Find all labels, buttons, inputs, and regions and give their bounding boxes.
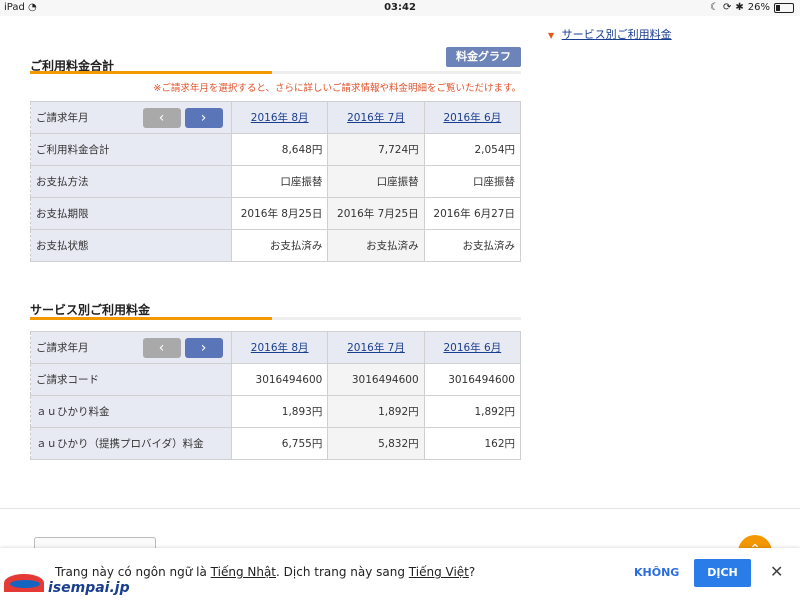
arrow-down-icon: ▼: [548, 31, 555, 40]
row-label: ご請求コード: [30, 363, 232, 396]
table-cell: 1,892円: [423, 395, 522, 428]
table-cell: 2016年 7月25日: [327, 197, 425, 230]
clock: 03:42: [384, 2, 416, 13]
decline-translate-button[interactable]: KHÔNG: [634, 566, 679, 579]
table-cell: 3016494600: [327, 363, 425, 396]
table-cell: 6,755円: [230, 427, 329, 460]
battery-icon: [774, 2, 794, 13]
month-link[interactable]: 2016年 6月: [443, 112, 501, 124]
row-label: お支払状態: [30, 229, 232, 262]
table-cell: お支払済み: [423, 229, 522, 262]
translate-text-part: ?: [468, 565, 476, 579]
status-right: ☾ ⟳ ✱ 26%: [710, 2, 794, 13]
translate-text-part: . Dịch trang này sang: [276, 565, 409, 579]
table-cell: 口座振替: [327, 165, 425, 198]
table-row: お支払方法 口座振替 口座振替 口座振替: [30, 165, 522, 198]
table-row: ご利用料金合計 8,648円 7,724円 2,054円: [30, 133, 522, 166]
row-label: ａｕひかり（提携プロバイダ）料金: [30, 427, 232, 460]
month-cell: 2016年 8月: [230, 331, 329, 364]
header-cell: ご請求年月 ‹ ›: [30, 101, 232, 134]
month-cell: 2016年 7月: [327, 331, 425, 364]
summary-table: ご請求年月 ‹ › 2016年 8月 2016年 7月 2016年 6月 ご利用…: [30, 101, 522, 262]
table-row: お支払状態 お支払済み お支払済み お支払済み: [30, 229, 522, 262]
header-cell: ご請求年月 ‹ ›: [30, 331, 232, 364]
prev-month-button[interactable]: ‹: [142, 107, 181, 128]
target-language[interactable]: Tiếng Việt: [409, 565, 469, 579]
close-icon[interactable]: ✕: [770, 562, 783, 581]
prev-month-button[interactable]: ‹: [142, 337, 181, 358]
logo-swoosh-inner: [10, 580, 40, 588]
table-cell: 7,724円: [327, 133, 425, 166]
month-link[interactable]: 2016年 6月: [443, 342, 501, 354]
row-label: お支払方法: [30, 165, 232, 198]
month-link[interactable]: 2016年 7月: [347, 112, 405, 124]
service-title: サービス別ご利用料金: [30, 303, 151, 317]
month-cell: 2016年 6月: [423, 331, 522, 364]
table-cell: お支払済み: [230, 229, 329, 262]
table-cell: 1,893円: [230, 395, 329, 428]
row-label: お支払期限: [30, 197, 232, 230]
month-cell: 2016年 6月: [423, 101, 522, 134]
table-cell: 2,054円: [423, 133, 522, 166]
table-header-row: ご請求年月 ‹ › 2016年 8月 2016年 7月 2016年 6月: [30, 331, 522, 364]
logo-text: isempai.jp: [48, 580, 130, 596]
billing-month-label: ご請求年月: [36, 342, 89, 354]
status-bar: iPad ◔ 03:42 ☾ ⟳ ✱ 26%: [0, 0, 800, 16]
table-cell: 3016494600: [423, 363, 522, 396]
bluetooth-icon: ✱: [735, 2, 744, 13]
table-cell: お支払済み: [327, 229, 425, 262]
divider: [0, 508, 800, 509]
summary-title-underline: [30, 71, 521, 74]
table-cell: 162円: [423, 427, 522, 460]
month-cell: 2016年 7月: [327, 101, 425, 134]
next-month-button[interactable]: ›: [184, 337, 223, 358]
service-title-underline: [30, 317, 521, 320]
moon-icon: ☾: [710, 2, 719, 13]
source-language: Tiếng Nhật: [210, 565, 277, 579]
table-row: お支払期限 2016年 8月25日 2016年 7月25日 2016年 6月27…: [30, 197, 522, 230]
table-row: ご請求コード 3016494600 3016494600 3016494600: [30, 363, 522, 396]
table-cell: 2016年 8月25日: [230, 197, 329, 230]
table-row: ａｕひかり（提携プロバイダ）料金 6,755円 5,832円 162円: [30, 427, 522, 460]
month-cell: 2016年 8月: [230, 101, 329, 134]
table-row: ａｕひかり料金 1,893円 1,892円 1,892円: [30, 395, 522, 428]
service-fee-link[interactable]: サービス別ご利用料金: [562, 28, 672, 41]
month-link[interactable]: 2016年 7月: [347, 342, 405, 354]
table-cell: 1,892円: [327, 395, 425, 428]
fee-graph-button[interactable]: 料金グラフ: [446, 47, 521, 67]
translate-button[interactable]: DỊCH: [694, 559, 751, 587]
table-cell: 口座振替: [423, 165, 522, 198]
month-link[interactable]: 2016年 8月: [251, 112, 309, 124]
table-cell: 2016年 6月27日: [423, 197, 522, 230]
rotation-lock-icon: ⟳: [722, 2, 732, 13]
table-cell: 口座振替: [230, 165, 329, 198]
next-month-button[interactable]: ›: [184, 107, 223, 128]
battery-percent: 26%: [747, 2, 770, 13]
row-label: ａｕひかり料金: [30, 395, 232, 428]
table-cell: 5,832円: [327, 427, 425, 460]
month-link[interactable]: 2016年 8月: [251, 342, 309, 354]
billing-month-label: ご請求年月: [36, 112, 89, 124]
table-cell: 3016494600: [230, 363, 329, 396]
side-link[interactable]: ▼ サービス別ご利用料金: [548, 26, 672, 42]
table-header-row: ご請求年月 ‹ › 2016年 8月 2016年 7月 2016年 6月: [30, 101, 522, 134]
summary-note: ※ご請求年月を選択すると、さらに詳しいご請求情報や料金明細をご覧いただけます。: [153, 83, 521, 94]
watermark-logo: isempai.jp: [4, 574, 130, 600]
battery-fill: [776, 4, 780, 11]
service-table: ご請求年月 ‹ › 2016年 8月 2016年 7月 2016年 6月 ご請求…: [30, 331, 522, 460]
row-label: ご利用料金合計: [30, 133, 232, 166]
table-cell: 8,648円: [230, 133, 329, 166]
